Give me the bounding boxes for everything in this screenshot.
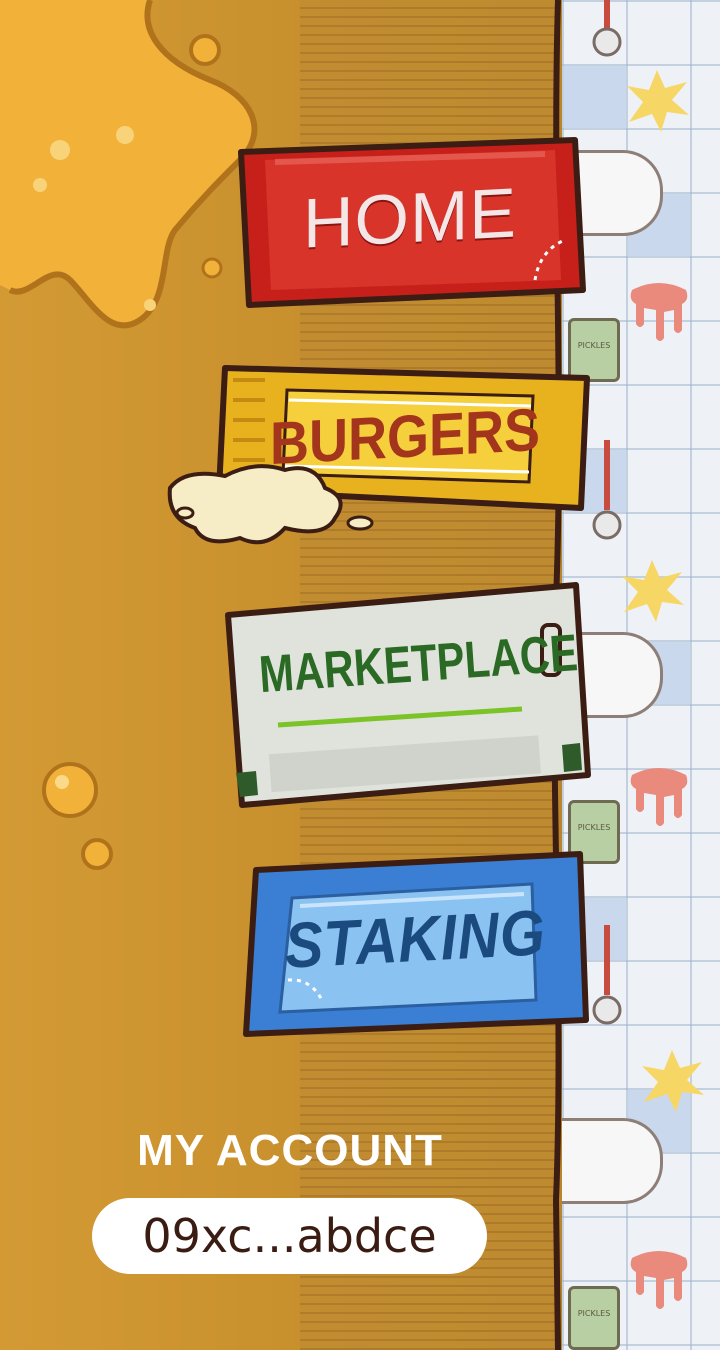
skimmer-utensil-icon <box>592 440 622 540</box>
pickle-jar-icon: PICKLES <box>568 1286 620 1350</box>
pickle-jar-label: PICKLES <box>577 1309 611 1318</box>
mayo-spill-decor <box>167 464 374 545</box>
ketchup-drip-icon <box>630 283 688 341</box>
sauce-drops-decor <box>42 762 113 870</box>
ketchup-drip-icon <box>630 1251 688 1309</box>
paper-towel-icon <box>562 1118 663 1204</box>
skimmer-utensil-icon <box>592 925 622 1025</box>
nav-staking-button[interactable]: STAKING <box>240 850 590 1040</box>
nav-marketplace-button[interactable]: MARKETPLACE <box>222 582 592 810</box>
wallet-address-text: 09xc...abdce <box>142 1209 437 1263</box>
wallet-address-button[interactable]: 09xc...abdce <box>92 1198 487 1274</box>
skimmer-utensil-icon <box>592 0 622 57</box>
mustard-splat-icon <box>642 1050 704 1112</box>
mustard-splat-icon <box>627 70 689 132</box>
account-section-title: MY ACCOUNT <box>137 1126 443 1175</box>
nav-home-button[interactable]: HOME <box>235 137 586 308</box>
mustard-splat-icon <box>622 560 684 622</box>
pickle-jar-label: PICKLES <box>577 823 611 832</box>
menu-screen: PICKLES PICKLES PICKLES HOME BURGERS MAR… <box>0 0 720 1350</box>
pickle-jar-label: PICKLES <box>577 341 611 350</box>
ketchup-drip-icon <box>630 768 688 826</box>
